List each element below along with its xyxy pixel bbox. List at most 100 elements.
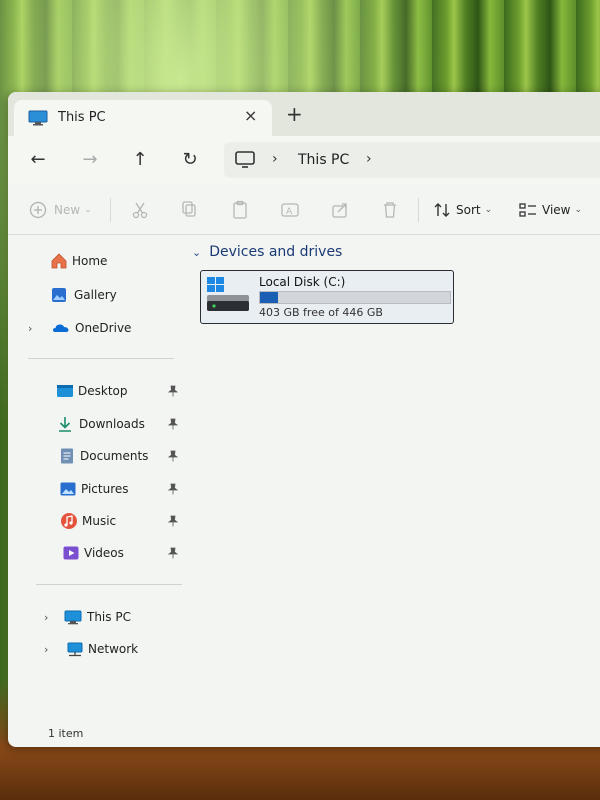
breadcrumb-separator[interactable]: › xyxy=(272,151,278,167)
clipboard-icon xyxy=(233,200,247,219)
sidebar-item-label: Gallery xyxy=(74,288,117,302)
delete-button[interactable] xyxy=(380,198,400,222)
tab-this-pc[interactable]: This PC × xyxy=(14,100,272,136)
tab-bar: This PC × + xyxy=(8,92,600,136)
pin-icon[interactable] xyxy=(168,418,178,430)
navigation-bar: ← → ↑ ↻ › This PC › xyxy=(8,136,600,184)
forward-button[interactable]: → xyxy=(78,148,102,172)
pin-icon[interactable] xyxy=(168,385,178,397)
breadcrumb-separator[interactable]: › xyxy=(366,151,372,167)
view-label: View xyxy=(542,203,571,217)
svg-text:A: A xyxy=(286,207,293,217)
drive-usage-fill xyxy=(260,292,279,303)
sidebar-divider xyxy=(36,584,182,585)
chevron-down-icon: ⌄ xyxy=(192,245,202,259)
chevron-down-icon: ⌄ xyxy=(574,205,583,215)
pin-icon[interactable] xyxy=(168,483,178,495)
plus-circle-icon xyxy=(29,201,47,219)
network-icon xyxy=(67,642,83,657)
chevron-right-icon[interactable]: › xyxy=(44,643,48,656)
onedrive-icon xyxy=(53,324,69,332)
section-devices-and-drives[interactable]: ⌄ Devices and drives xyxy=(192,244,342,260)
view-list-icon xyxy=(519,203,536,217)
videos-icon xyxy=(63,546,79,560)
new-tab-button[interactable]: + xyxy=(286,104,303,124)
music-icon xyxy=(61,513,77,529)
drive-free-space: 403 GB free of 446 GB xyxy=(259,306,383,319)
drive-name: Local Disk (C:) xyxy=(259,275,346,289)
sidebar-divider xyxy=(28,358,174,359)
sidebar-item-label: Desktop xyxy=(78,384,128,398)
drive-usage-bar xyxy=(259,291,451,304)
copy-icon xyxy=(182,201,196,217)
close-tab-button[interactable]: × xyxy=(244,106,257,125)
pin-icon[interactable] xyxy=(168,547,178,559)
tab-title: This PC xyxy=(58,110,106,125)
gallery-icon xyxy=(52,288,66,302)
sidebar-item-videos[interactable]: Videos xyxy=(8,539,188,567)
trash-icon xyxy=(384,202,396,218)
new-label: New xyxy=(54,203,81,217)
chevron-right-icon[interactable]: › xyxy=(28,322,32,335)
new-button[interactable]: New ⌄ xyxy=(28,198,92,222)
sort-label: Sort xyxy=(456,203,481,217)
rename-icon: A xyxy=(281,203,299,217)
sidebar-item-gallery[interactable]: Gallery xyxy=(8,281,188,309)
sidebar-item-desktop[interactable]: Desktop xyxy=(8,377,188,405)
file-explorer-window: This PC × + ← → ↑ ↻ › This PC › New ⌄ A … xyxy=(8,92,600,747)
sidebar-item-onedrive[interactable]: › OneDrive xyxy=(8,314,188,342)
sidebar-item-pictures[interactable]: Pictures xyxy=(8,475,188,503)
sidebar-item-label: Network xyxy=(88,642,139,656)
copy-button[interactable] xyxy=(180,198,200,222)
sort-icon xyxy=(434,203,450,217)
downloads-icon xyxy=(59,417,71,432)
section-title: Devices and drives xyxy=(209,244,343,260)
chevron-down-icon: ⌄ xyxy=(484,205,493,215)
status-bar: 1 item xyxy=(8,721,600,747)
rename-button[interactable]: A xyxy=(280,198,300,222)
sidebar-item-music[interactable]: Music xyxy=(8,507,188,535)
paste-button[interactable] xyxy=(230,198,250,222)
sidebar-item-this-pc[interactable]: › This PC xyxy=(8,603,188,631)
item-count: 1 item xyxy=(48,727,84,740)
pictures-icon xyxy=(60,482,76,496)
sidebar-item-downloads[interactable]: Downloads xyxy=(8,410,188,438)
chevron-down-icon: ⌄ xyxy=(84,205,92,215)
up-button[interactable]: ↑ xyxy=(128,148,152,172)
cut-button[interactable] xyxy=(130,198,150,222)
sidebar-item-label: This PC xyxy=(87,610,131,624)
toolbar-divider xyxy=(418,198,419,222)
breadcrumb-this-pc[interactable]: This PC xyxy=(298,152,349,168)
drive-local-disk-c[interactable]: Local Disk (C:) 403 GB free of 446 GB xyxy=(200,270,454,324)
documents-icon xyxy=(61,448,73,464)
content-pane: ⌄ Devices and drives Local Disk (C:) 403… xyxy=(188,234,600,721)
view-button[interactable]: View ⌄ xyxy=(518,198,582,222)
sidebar-item-network[interactable]: › Network xyxy=(8,635,188,663)
command-bar: New ⌄ A Sort ⌄ View ⌄ xyxy=(8,186,600,235)
home-icon xyxy=(51,253,67,269)
pin-icon[interactable] xyxy=(168,515,178,527)
this-pc-icon xyxy=(64,610,82,625)
desktop-icon xyxy=(57,385,73,397)
toolbar-divider xyxy=(110,198,111,222)
address-bar[interactable]: › This PC › xyxy=(224,142,600,178)
share-button[interactable] xyxy=(330,198,350,222)
monitor-icon xyxy=(28,110,48,126)
sidebar-item-label: Documents xyxy=(80,449,149,463)
sidebar-item-label: OneDrive xyxy=(75,321,132,335)
scissors-icon xyxy=(132,202,148,219)
sidebar-item-home[interactable]: Home xyxy=(8,247,188,275)
drive-icon xyxy=(207,277,249,311)
sidebar-item-label: Videos xyxy=(84,546,124,560)
back-button[interactable]: ← xyxy=(26,148,50,172)
pin-icon[interactable] xyxy=(168,450,178,462)
pc-icon xyxy=(235,151,255,168)
sort-button[interactable]: Sort ⌄ xyxy=(432,198,492,222)
sidebar-item-documents[interactable]: Documents xyxy=(8,442,188,470)
navigation-pane: Home Gallery › OneDrive Desktop Download… xyxy=(8,234,188,721)
share-icon xyxy=(332,203,347,218)
chevron-right-icon[interactable]: › xyxy=(44,611,48,624)
sidebar-item-label: Music xyxy=(82,514,117,528)
refresh-button[interactable]: ↻ xyxy=(178,148,202,172)
sidebar-item-label: Pictures xyxy=(81,482,129,496)
